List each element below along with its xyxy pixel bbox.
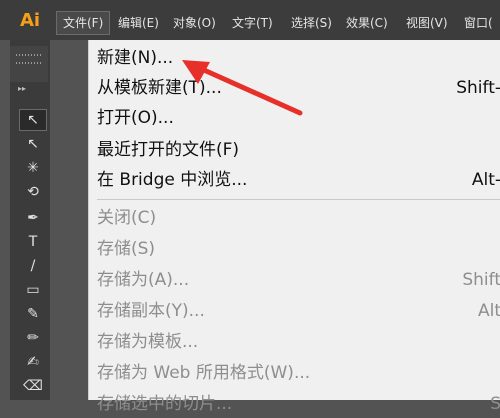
menu-item-new[interactable]: 新建(N)...: [97, 44, 173, 72]
shortcut-save-a-copy: Alt: [477, 301, 500, 321]
file-menu-dropdown: 新建(N)... 从模板新建(T)... Shift- 打开(O)... 最近打…: [88, 40, 500, 414]
shortcut-browse-in-bridge: Alt-: [471, 170, 500, 190]
pen-tool-icon[interactable]: ✒: [20, 208, 46, 228]
app-logo: Ai: [20, 10, 41, 31]
line-tool-icon[interactable]: /: [20, 256, 46, 276]
menu-edit[interactable]: 编辑(E): [118, 12, 159, 34]
shortcut-save-as: Shift: [462, 270, 500, 290]
pencil-tool-icon[interactable]: ✏: [20, 328, 46, 348]
direct-selection-tool-icon[interactable]: ↖: [20, 134, 46, 154]
panel-expand-icon[interactable]: ▸▸: [18, 84, 30, 94]
lasso-tool-icon[interactable]: ⟲: [20, 182, 46, 202]
menu-select[interactable]: 选择(S): [291, 12, 332, 34]
menu-item-new-from-template[interactable]: 从模板新建(T)...: [97, 74, 222, 102]
menu-item-open-recent[interactable]: 最近打开的文件(F): [97, 136, 239, 164]
menu-item-save-as[interactable]: 存储为(A)...: [97, 266, 189, 294]
menu-window[interactable]: 窗口(: [464, 12, 493, 34]
menu-item-close[interactable]: 关闭(C): [97, 204, 156, 232]
menu-item-save-for-web[interactable]: 存储为 Web 所用格式(W)...: [97, 359, 310, 387]
menu-separator: [97, 199, 500, 200]
shortcut-save-selected-slices: S: [490, 394, 500, 414]
panel-grip-icon[interactable]: [10, 46, 48, 82]
menu-item-save-as-template[interactable]: 存储为模板...: [97, 328, 198, 356]
menu-view[interactable]: 视图(V): [406, 12, 448, 34]
menu-item-browse-in-bridge[interactable]: 在 Bridge 中浏览...: [97, 166, 247, 194]
menu-type[interactable]: 文字(T): [232, 12, 273, 34]
menu-item-save[interactable]: 存储(S): [97, 235, 155, 263]
menu-item-open[interactable]: 打开(O)...: [97, 104, 174, 132]
menubar: Ai 文件(F) 编辑(E) 对象(O) 文字(T) 选择(S) 效果(C) 视…: [0, 0, 500, 40]
menu-object[interactable]: 对象(O): [173, 12, 216, 34]
type-tool-icon[interactable]: T: [20, 232, 46, 252]
menu-item-save-a-copy[interactable]: 存储副本(Y)...: [97, 297, 205, 325]
selection-tool-icon[interactable]: ↖: [19, 109, 47, 131]
paintbrush-tool-icon[interactable]: ✎: [20, 304, 46, 324]
menu-item-save-selected-slices[interactable]: 存储选中的切片...: [97, 390, 232, 418]
magic-wand-tool-icon[interactable]: ✳: [20, 158, 46, 178]
eraser-tool-icon[interactable]: ⌫: [20, 376, 46, 396]
blob-brush-tool-icon[interactable]: ✍: [20, 352, 46, 372]
rectangle-tool-icon[interactable]: ▭: [20, 280, 46, 300]
menu-effect[interactable]: 效果(C): [346, 12, 388, 34]
menu-file[interactable]: 文件(F): [56, 11, 111, 35]
shortcut-new-from-template: Shift-: [456, 78, 500, 98]
